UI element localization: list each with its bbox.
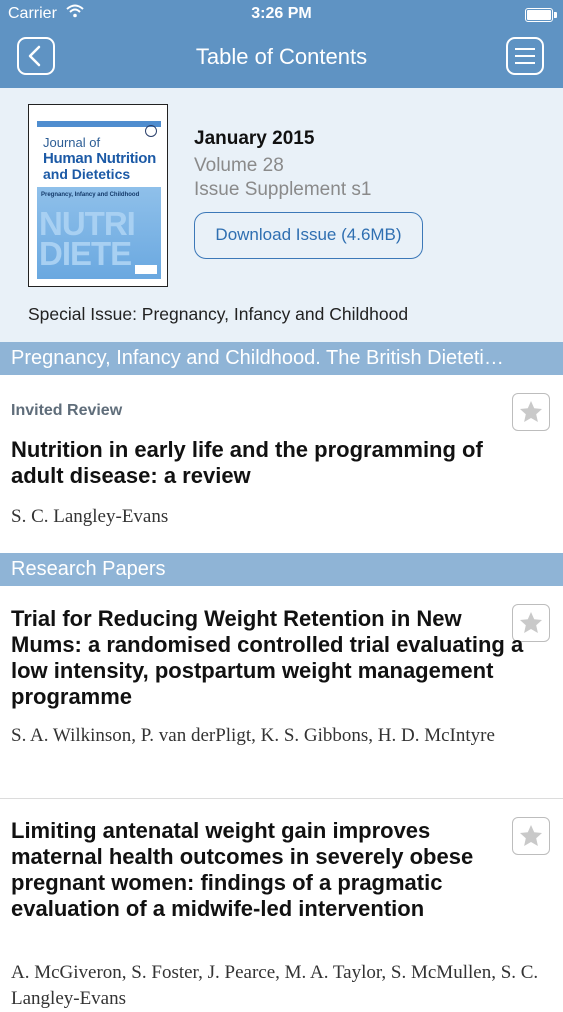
cover-subtitle: Pregnancy, Infancy and Childhood (41, 192, 140, 198)
chevron-left-icon (28, 45, 41, 67)
battery-icon (525, 8, 557, 22)
cover-background-lettering: NUTRI DIETE (39, 205, 136, 272)
section-header-pregnancy[interactable]: Pregnancy, Infancy and Childhood. The Br… (0, 342, 563, 375)
article-title[interactable]: Limiting antenatal weight gain improves … (11, 818, 491, 922)
hamburger-menu-icon (515, 48, 535, 64)
article-authors: A. McGiveron, S. Foster, J. Pearce, M. A… (11, 962, 539, 1009)
cover-journal-line2: Human Nutrition (43, 150, 156, 167)
status-bar: Carrier 3:26 PM (0, 0, 563, 30)
issue-supplement: Issue Supplement s1 (194, 179, 372, 200)
special-issue-label: Special Issue: Pregnancy, Infancy and Ch… (28, 304, 409, 324)
article-authors: S. C. Langley-Evans (11, 506, 169, 527)
article-type-label: Invited Review (11, 402, 123, 419)
article-title[interactable]: Nutrition in early life and the programm… (11, 437, 501, 489)
navigation-bar: Carrier 3:26 PM Table of Contents (0, 0, 563, 88)
favorite-button[interactable] (512, 817, 550, 855)
issue-date: January 2015 (194, 128, 315, 149)
issue-cover-image: Journal of Human Nutrition and Dietetics… (28, 104, 168, 287)
section-header-research-papers[interactable]: Research Papers (0, 553, 563, 586)
article-authors: S. A. Wilkinson, P. van derPligt, K. S. … (11, 725, 495, 746)
download-issue-button[interactable]: Download Issue (4.6MB) (194, 212, 423, 259)
menu-button[interactable] (506, 37, 544, 75)
favorite-button[interactable] (512, 393, 550, 431)
cover-journal-line1: Journal of (43, 135, 101, 150)
cover-journal-line3: and Dietetics (43, 166, 131, 182)
star-icon (520, 825, 542, 846)
article-title[interactable]: Trial for Reducing Weight Retention in N… (11, 606, 531, 710)
status-time: 3:26 PM (251, 5, 312, 22)
cover-seal-icon (145, 125, 157, 137)
row-divider (0, 798, 563, 799)
star-icon (520, 401, 542, 422)
back-button[interactable] (17, 37, 55, 75)
page-title: Table of Contents (195, 44, 368, 69)
issue-volume: Volume 28 (194, 155, 284, 176)
